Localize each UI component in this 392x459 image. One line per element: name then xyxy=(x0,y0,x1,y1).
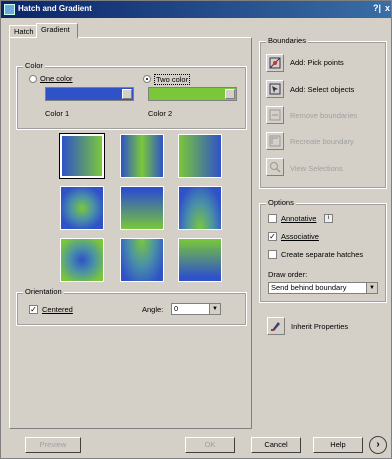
window-title: Hatch and Gradient xyxy=(18,4,92,13)
view-selections-label: View Selections xyxy=(290,164,343,173)
gradient-swatch-invcylinder[interactable] xyxy=(178,134,222,178)
gradient-swatch-spherical[interactable] xyxy=(60,186,104,230)
pick-points-icon xyxy=(269,57,281,69)
angle-label: Angle: xyxy=(142,305,164,314)
boundaries-group: Boundaries Add: Pick points Add: Select … xyxy=(259,36,387,189)
brush-icon xyxy=(271,322,280,331)
title-bar: Hatch and Gradient ?| x xyxy=(1,1,391,18)
inherit-properties-button[interactable] xyxy=(267,317,285,335)
remove-boundaries-icon xyxy=(269,109,281,121)
one-color-radio[interactable] xyxy=(29,75,37,83)
color1-label: Color 1 xyxy=(45,109,70,118)
options-group: Options Annotative i ✓ Associative Creat… xyxy=(259,198,387,303)
orientation-group: Orientation ✓ Centered Angle: 0 ▼ xyxy=(16,287,247,326)
help-button[interactable]: Help xyxy=(313,437,363,453)
app-icon xyxy=(4,4,15,15)
angle-value: 0 xyxy=(174,304,179,313)
chevron-down-icon[interactable]: ▼ xyxy=(366,283,377,293)
two-color-label: Two color xyxy=(154,74,191,85)
one-color-label: One color xyxy=(40,74,73,83)
centered-label: Centered xyxy=(42,305,73,314)
gradient-swatch-invcurved[interactable] xyxy=(178,238,222,282)
info-icon[interactable]: i xyxy=(324,214,333,223)
recreate-boundary-button[interactable] xyxy=(266,132,284,150)
magnifier-icon xyxy=(270,162,281,173)
inherit-properties-label: Inherit Properties xyxy=(291,322,349,331)
gradient-swatch-invhemispherical[interactable] xyxy=(120,238,164,282)
annotative-checkbox[interactable] xyxy=(268,214,277,223)
color1-bar[interactable] xyxy=(45,87,134,101)
more-options-icon[interactable]: › xyxy=(369,436,387,454)
color2-bar[interactable] xyxy=(148,87,237,101)
gradient-swatch-linear[interactable] xyxy=(59,133,105,179)
add-pick-points-label: Add: Pick points xyxy=(290,58,344,67)
select-objects-icon xyxy=(269,83,281,95)
color-group: Color One color Two color Color 1 Color … xyxy=(16,61,247,130)
recreate-boundary-label: Recreate boundary xyxy=(290,137,354,146)
centered-checkbox[interactable]: ✓ xyxy=(29,305,38,314)
gradient-swatch-cylinder[interactable] xyxy=(120,134,164,178)
gradient-swatch-curved[interactable] xyxy=(178,186,222,230)
view-selections-button[interactable] xyxy=(266,158,284,176)
color1-button[interactable] xyxy=(122,89,132,99)
two-color-radio[interactable] xyxy=(143,75,151,83)
annotative-label: Annotative xyxy=(281,214,317,223)
gradient-panel: Color One color Two color Color 1 Color … xyxy=(9,37,252,429)
color-group-label: Color xyxy=(23,61,45,70)
draw-order-select[interactable]: Send behind boundary ▼ xyxy=(268,282,378,294)
gradient-swatch-hemispherical[interactable] xyxy=(120,186,164,230)
hatch-gradient-dialog: Hatch and Gradient ?| x Hatch Gradient C… xyxy=(0,0,392,459)
gradient-swatch-invspherical[interactable] xyxy=(60,238,104,282)
close-button[interactable]: x xyxy=(385,3,390,13)
cancel-button[interactable]: Cancel xyxy=(251,437,301,453)
boundaries-group-label: Boundaries xyxy=(266,36,308,45)
help-title-button[interactable]: ?| xyxy=(373,3,381,13)
color2-button[interactable] xyxy=(225,89,235,99)
angle-select[interactable]: 0 ▼ xyxy=(171,303,221,315)
add-select-objects-label: Add: Select objects xyxy=(290,85,355,94)
draw-order-value: Send behind boundary xyxy=(271,283,347,292)
orientation-group-label: Orientation xyxy=(23,287,64,296)
remove-boundaries-button[interactable] xyxy=(266,106,284,124)
separate-hatches-label: Create separate hatches xyxy=(281,250,364,259)
remove-boundaries-label: Remove boundaries xyxy=(290,111,358,120)
chevron-down-icon[interactable]: ▼ xyxy=(209,304,220,314)
options-group-label: Options xyxy=(266,198,296,207)
draw-order-label: Draw order: xyxy=(268,270,308,279)
add-select-objects-button[interactable] xyxy=(266,80,284,98)
recreate-boundary-icon xyxy=(269,135,281,147)
preview-button[interactable]: Preview xyxy=(25,437,81,453)
associative-checkbox[interactable]: ✓ xyxy=(268,232,277,241)
associative-label: Associative xyxy=(281,232,319,241)
separate-hatches-checkbox[interactable] xyxy=(268,250,277,259)
tab-gradient[interactable]: Gradient xyxy=(36,23,78,38)
ok-button[interactable]: OK xyxy=(185,437,235,453)
color2-label: Color 2 xyxy=(148,109,173,118)
add-pick-points-button[interactable] xyxy=(266,54,284,72)
